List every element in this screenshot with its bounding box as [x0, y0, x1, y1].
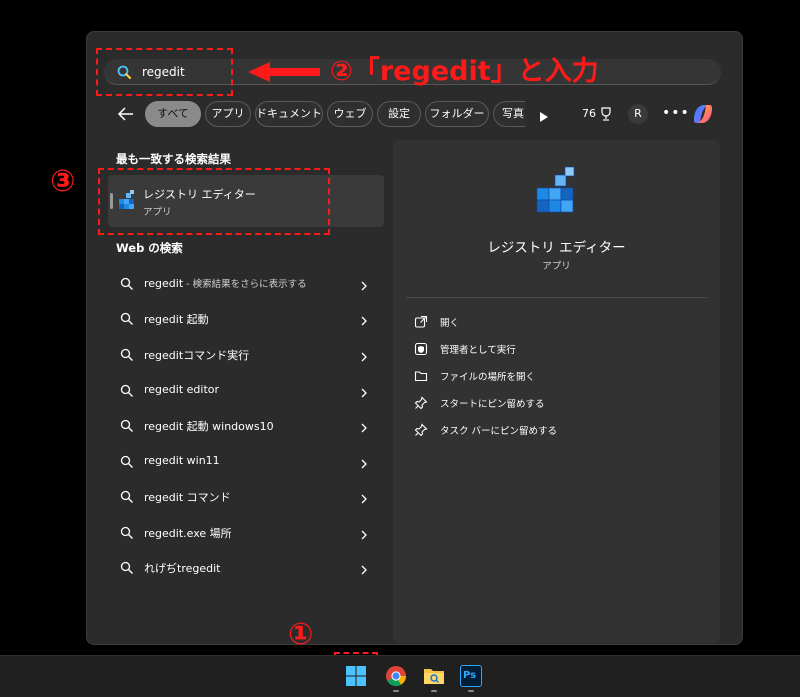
file-explorer-icon[interactable]: [423, 665, 445, 687]
avatar[interactable]: R: [628, 104, 648, 124]
filter-chip-folders[interactable]: フォルダー: [425, 101, 489, 127]
detail-app-type: アプリ: [542, 261, 571, 272]
search-icon: [120, 454, 134, 473]
chevron-right-icon: [360, 455, 368, 474]
divider: [406, 297, 707, 298]
search-icon: [120, 525, 134, 544]
pin-icon: [414, 395, 428, 414]
back-arrow-icon[interactable]: [116, 104, 136, 124]
web-result-text: regedit コマンド: [144, 491, 231, 504]
play-icon[interactable]: [539, 108, 549, 127]
screen: regedit すべて アプリ ドキュメント ウェブ 設定 フォルダー 写真 7…: [0, 0, 800, 697]
running-indicator: [431, 690, 437, 692]
trophy-icon: [600, 106, 612, 125]
filter-chip-apps[interactable]: アプリ: [205, 101, 251, 127]
chevron-right-icon: [360, 419, 368, 438]
search-icon: [120, 489, 134, 508]
web-search-heading: Web の検索: [116, 241, 183, 255]
web-result-item[interactable]: regedit 起動 windows10: [116, 413, 376, 437]
copilot-icon[interactable]: [690, 102, 716, 130]
web-result-item[interactable]: regedit.exe 場所: [116, 520, 376, 544]
best-match-heading: 最も一致する検索結果: [116, 152, 231, 166]
search-icon: [120, 383, 134, 402]
chrome-icon[interactable]: [385, 665, 407, 687]
chevron-right-icon: [360, 277, 368, 296]
web-result-text: regedit 起動 windows10: [144, 420, 274, 433]
web-result-text: れげぢtregedit: [144, 562, 221, 575]
web-result-text: regedit editor: [144, 383, 220, 396]
web-result-item[interactable]: regedit 起動: [116, 306, 376, 330]
search-icon: [120, 311, 134, 330]
search-icon: [120, 418, 134, 437]
web-result-suffix: - 検索結果をさらに表示する: [183, 279, 307, 290]
chevron-right-icon: [360, 348, 368, 367]
web-result-text: regedit: [144, 277, 184, 290]
annotation-step3: ③: [50, 164, 76, 199]
shield-icon: [414, 341, 428, 360]
open-icon: [414, 314, 428, 333]
web-result-text: regedit win11: [144, 454, 220, 467]
folder-icon: [414, 368, 428, 387]
web-result-text: regeditコマンド実行: [144, 349, 250, 362]
photoshop-label: Ps: [463, 670, 477, 681]
annotation-highlight-result: [98, 168, 330, 235]
rewards-points: 76: [582, 107, 596, 120]
annotation-step1: ①: [288, 617, 314, 652]
filter-chip-settings[interactable]: 設定: [377, 101, 421, 127]
web-result-text: regedit 起動: [144, 313, 209, 326]
photoshop-icon[interactable]: Ps: [460, 665, 482, 687]
pin-icon: [414, 422, 428, 441]
web-result-item[interactable]: regedit editor: [116, 378, 376, 402]
web-result-item[interactable]: れげぢtregedit: [116, 555, 376, 579]
annotation-highlight-search: [96, 48, 233, 96]
search-icon: [120, 276, 134, 295]
web-result-item[interactable]: regedit コマンド: [116, 484, 376, 508]
detail-app-name: レジストリ エディター: [487, 240, 626, 256]
chevron-right-icon: [360, 312, 368, 331]
windows-start-icon[interactable]: [345, 665, 367, 687]
more-options-icon[interactable]: •••: [662, 105, 690, 121]
running-indicator: [393, 690, 399, 692]
web-result-item[interactable]: regedit win11: [116, 449, 376, 473]
chevron-right-icon: [360, 490, 368, 509]
search-icon: [120, 347, 134, 366]
filter-chip-all[interactable]: すべて: [145, 101, 201, 127]
filter-chip-photos[interactable]: 写真: [493, 101, 525, 127]
annotation-step2: ②「regedit」と入力: [330, 56, 599, 87]
arrow-left-icon: [248, 62, 320, 86]
running-indicator: [468, 690, 474, 692]
registry-editor-icon: [535, 166, 579, 220]
web-result-item[interactable]: regedit - 検索結果をさらに表示する: [116, 271, 376, 295]
search-icon: [120, 560, 134, 579]
chevron-right-icon: [360, 561, 368, 580]
web-result-item[interactable]: regeditコマンド実行: [116, 342, 376, 366]
chevron-right-icon: [360, 526, 368, 545]
chevron-right-icon: [360, 384, 368, 403]
filter-chip-documents[interactable]: ドキュメント: [255, 101, 323, 127]
web-result-text: regedit.exe 場所: [144, 527, 232, 540]
filter-chip-web[interactable]: ウェブ: [327, 101, 373, 127]
